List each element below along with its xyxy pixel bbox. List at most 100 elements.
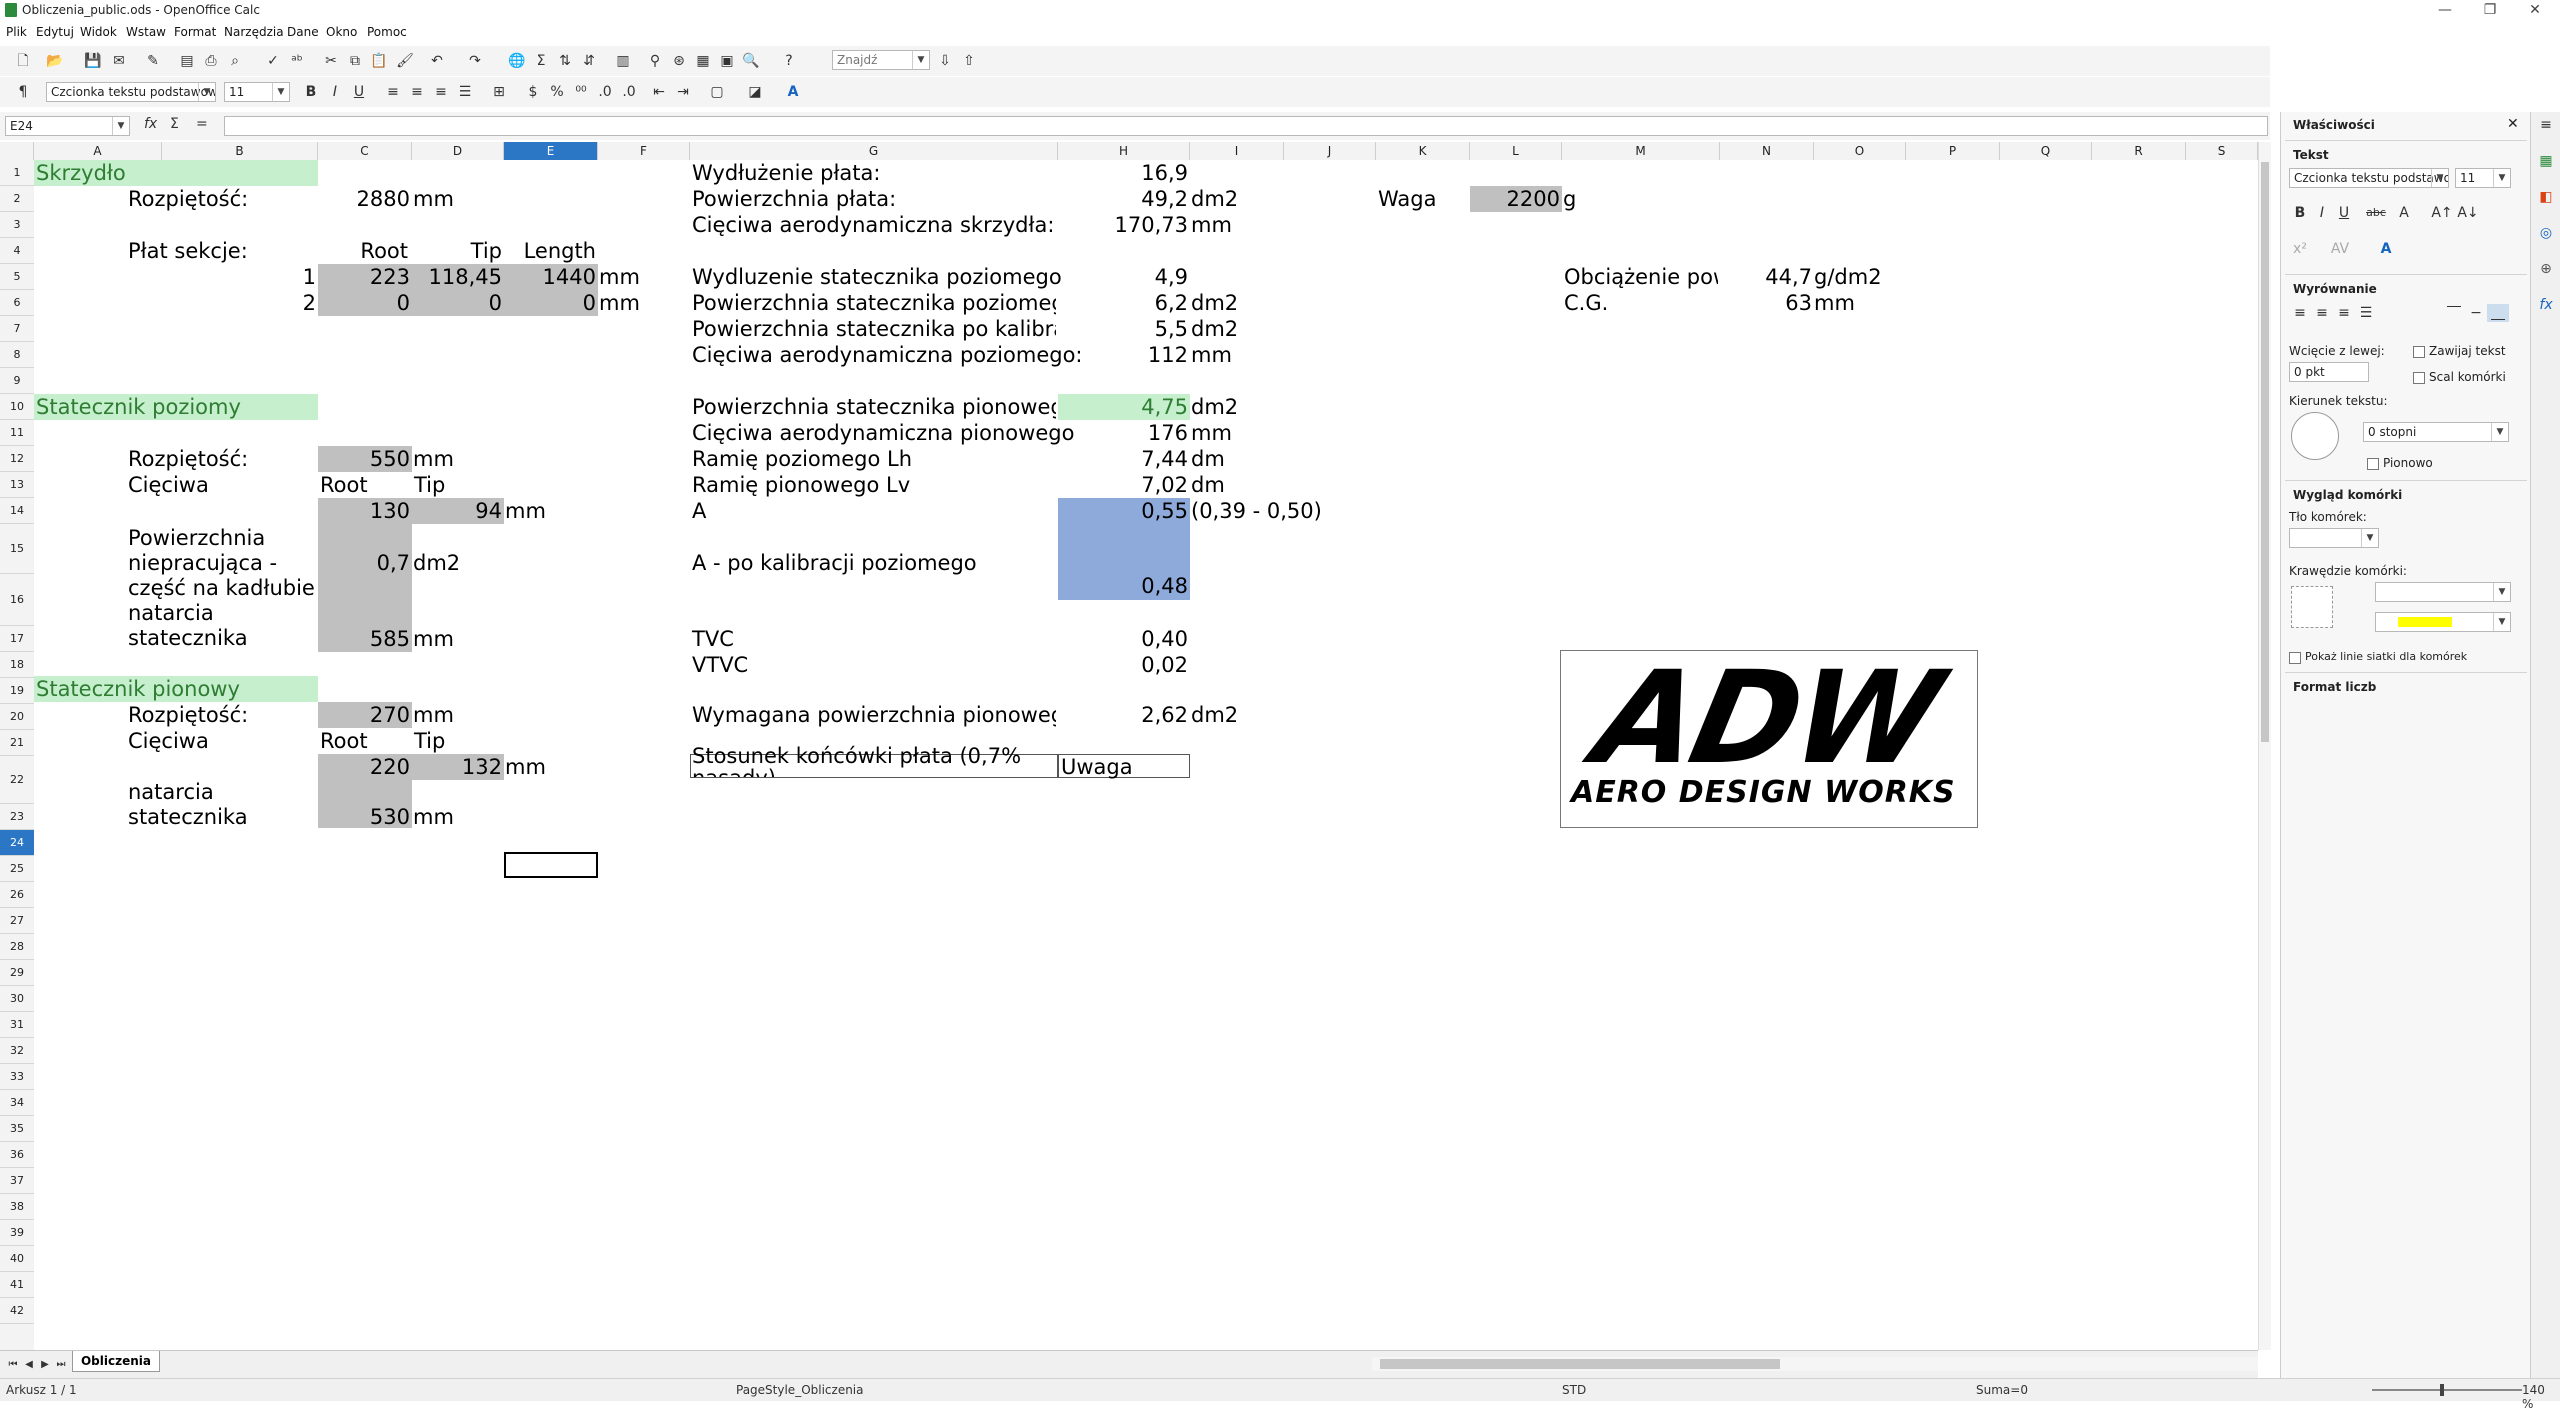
- row-header[interactable]: 30: [0, 986, 34, 1012]
- cell-h5[interactable]: 4,9: [1058, 265, 1188, 289]
- column-header[interactable]: A: [34, 142, 162, 160]
- horizontal-scrollbar[interactable]: [1372, 1357, 2258, 1371]
- cell-d2[interactable]: mm: [413, 187, 454, 211]
- cell-d13[interactable]: Tip: [414, 473, 445, 497]
- cell-a18[interactable]: Statecznik pionowy: [36, 677, 240, 701]
- new-document-icon[interactable]: 🗋: [14, 52, 32, 70]
- cell-i8[interactable]: mm: [1191, 343, 1232, 367]
- chevron-down-icon[interactable]: ▼: [112, 117, 129, 135]
- grid-lines-checkbox[interactable]: [2289, 652, 2301, 664]
- cell-c2[interactable]: 2880: [318, 187, 410, 211]
- cell-h7[interactable]: 5,5: [1058, 317, 1188, 341]
- rotation-dial[interactable]: [2291, 412, 2339, 460]
- strikethrough-icon[interactable]: abc: [2365, 204, 2387, 222]
- row-header[interactable]: 20: [0, 704, 34, 730]
- cell-b2[interactable]: Rozpiętość:: [128, 187, 248, 211]
- sheet-tab-obliczenia[interactable]: Obliczenia: [72, 1351, 160, 1372]
- bold-icon[interactable]: B: [2289, 204, 2311, 222]
- cell-h13[interactable]: 7,02: [1058, 473, 1188, 497]
- cell-m5[interactable]: Obciążenie pow: [1564, 265, 1718, 289]
- chevron-down-icon[interactable]: ▼: [198, 83, 215, 101]
- sort-desc-icon[interactable]: ⇵: [580, 52, 598, 70]
- cell-c21[interactable]: 220: [318, 755, 410, 779]
- functions-deck-icon[interactable]: fx: [2535, 296, 2557, 314]
- spellcheck-icon[interactable]: ✓: [264, 52, 282, 70]
- cell-g21[interactable]: Stosunek końcówki płata (0,7% nasady): [692, 745, 1054, 777]
- column-header[interactable]: K: [1376, 142, 1470, 160]
- styles-deck-icon[interactable]: ◧: [2535, 188, 2557, 206]
- column-header[interactable]: J: [1284, 142, 1376, 160]
- align-left-icon[interactable]: ≡: [2289, 304, 2311, 322]
- name-box[interactable]: E24 ▼: [5, 116, 130, 136]
- cell-g11[interactable]: Cięciwa aerodynamiczna pionowego: [692, 421, 1074, 445]
- autosum-icon[interactable]: Σ: [532, 52, 550, 70]
- section-cell-look-header[interactable]: Wygląd komórki: [2293, 488, 2402, 502]
- cell-f6[interactable]: mm: [599, 291, 640, 315]
- cell-b19[interactable]: Rozpiętość:: [128, 703, 248, 727]
- font-size-select[interactable]: 11 ▼: [224, 82, 290, 102]
- sum-icon[interactable]: Σ: [170, 116, 179, 132]
- row-header[interactable]: 19: [0, 678, 34, 704]
- cell-i11[interactable]: mm: [1191, 421, 1232, 445]
- column-header[interactable]: R: [2092, 142, 2186, 160]
- cell-m6[interactable]: C.G.: [1564, 291, 1608, 315]
- row-header[interactable]: 6: [0, 290, 34, 316]
- section-text-header[interactable]: Tekst: [2293, 148, 2329, 162]
- cell-i13[interactable]: dm: [1191, 473, 1225, 497]
- column-header[interactable]: F: [598, 142, 690, 160]
- column-header[interactable]: C: [318, 142, 412, 160]
- column-header[interactable]: P: [1906, 142, 2000, 160]
- cell-d14[interactable]: 94: [412, 499, 502, 523]
- increase-font-icon[interactable]: A↑: [2431, 204, 2453, 222]
- cell-c19[interactable]: 270: [318, 703, 410, 727]
- number-format-icon[interactable]: ⁰⁰: [572, 83, 590, 101]
- cell-g7[interactable]: Powierzchnia statecznika po kalibracji: [692, 317, 1056, 341]
- cell-k2[interactable]: Waga: [1378, 187, 1437, 211]
- properties-deck-icon[interactable]: ▦: [2535, 152, 2557, 170]
- clone-format-icon[interactable]: 🖌: [396, 52, 414, 70]
- chevron-down-icon[interactable]: ▼: [272, 83, 289, 101]
- cell-g12[interactable]: Ramię poziomego Lh: [692, 447, 912, 471]
- cell-g15[interactable]: A - po kalibracji poziomego: [692, 551, 977, 575]
- cell-b13[interactable]: Cięciwa: [128, 473, 209, 497]
- vertical-scrollbar[interactable]: [2258, 142, 2271, 1350]
- underline-icon[interactable]: U: [2333, 204, 2355, 222]
- cell-d16[interactable]: mm: [413, 627, 454, 651]
- cell-b20[interactable]: Cięciwa: [128, 729, 209, 753]
- row-header[interactable]: 2: [0, 186, 34, 212]
- cell-h14[interactable]: 0,55: [1058, 499, 1188, 523]
- row-header[interactable]: 14: [0, 498, 34, 524]
- print-preview-icon[interactable]: ⌕: [226, 52, 244, 70]
- cell-e5[interactable]: 1440: [504, 265, 596, 289]
- font-color-icon[interactable]: A: [784, 83, 802, 101]
- row-header[interactable]: 38: [0, 1194, 34, 1220]
- row-header[interactable]: 10: [0, 394, 34, 420]
- row-header[interactable]: 36: [0, 1142, 34, 1168]
- add-decimal-icon[interactable]: .0: [596, 83, 614, 101]
- cell-i14[interactable]: (0,39 - 0,50): [1191, 499, 1322, 523]
- cell-d20[interactable]: Tip: [414, 729, 445, 753]
- section-number-format-header[interactable]: Format liczb: [2293, 680, 2376, 694]
- horizontal-scroll-thumb[interactable]: [1380, 1359, 1780, 1369]
- cell-h10[interactable]: 4,75: [1058, 395, 1188, 419]
- column-header[interactable]: B: [162, 142, 318, 160]
- chevron-down-icon[interactable]: ▼: [912, 51, 929, 69]
- find-previous-icon[interactable]: ⇧: [960, 52, 978, 70]
- cell-d4[interactable]: Tip: [412, 239, 502, 263]
- row-header[interactable]: 12: [0, 446, 34, 472]
- select-all-corner[interactable]: [0, 142, 34, 160]
- cell-i10[interactable]: dm2: [1191, 395, 1238, 419]
- align-right-icon[interactable]: ≡: [432, 83, 450, 101]
- status-page-style[interactable]: PageStyle_Obliczenia: [736, 1383, 864, 1397]
- column-header[interactable]: L: [1470, 142, 1562, 160]
- borders-icon[interactable]: ▢: [708, 83, 726, 101]
- cell-c13[interactable]: Root: [320, 473, 368, 497]
- indent-input[interactable]: 0 pkt: [2289, 362, 2369, 382]
- row-header[interactable]: 42: [0, 1298, 34, 1324]
- cell-g6[interactable]: Powierzchnia statecznika poziomego (S: [692, 291, 1056, 315]
- email-icon[interactable]: ✉: [110, 52, 128, 70]
- status-selection-mode[interactable]: STD: [1562, 1383, 1586, 1397]
- cell-o5[interactable]: g/dm2: [1814, 265, 1882, 289]
- cell-h2[interactable]: 49,2: [1058, 187, 1188, 211]
- cell-a1[interactable]: Skrzydło: [36, 161, 126, 185]
